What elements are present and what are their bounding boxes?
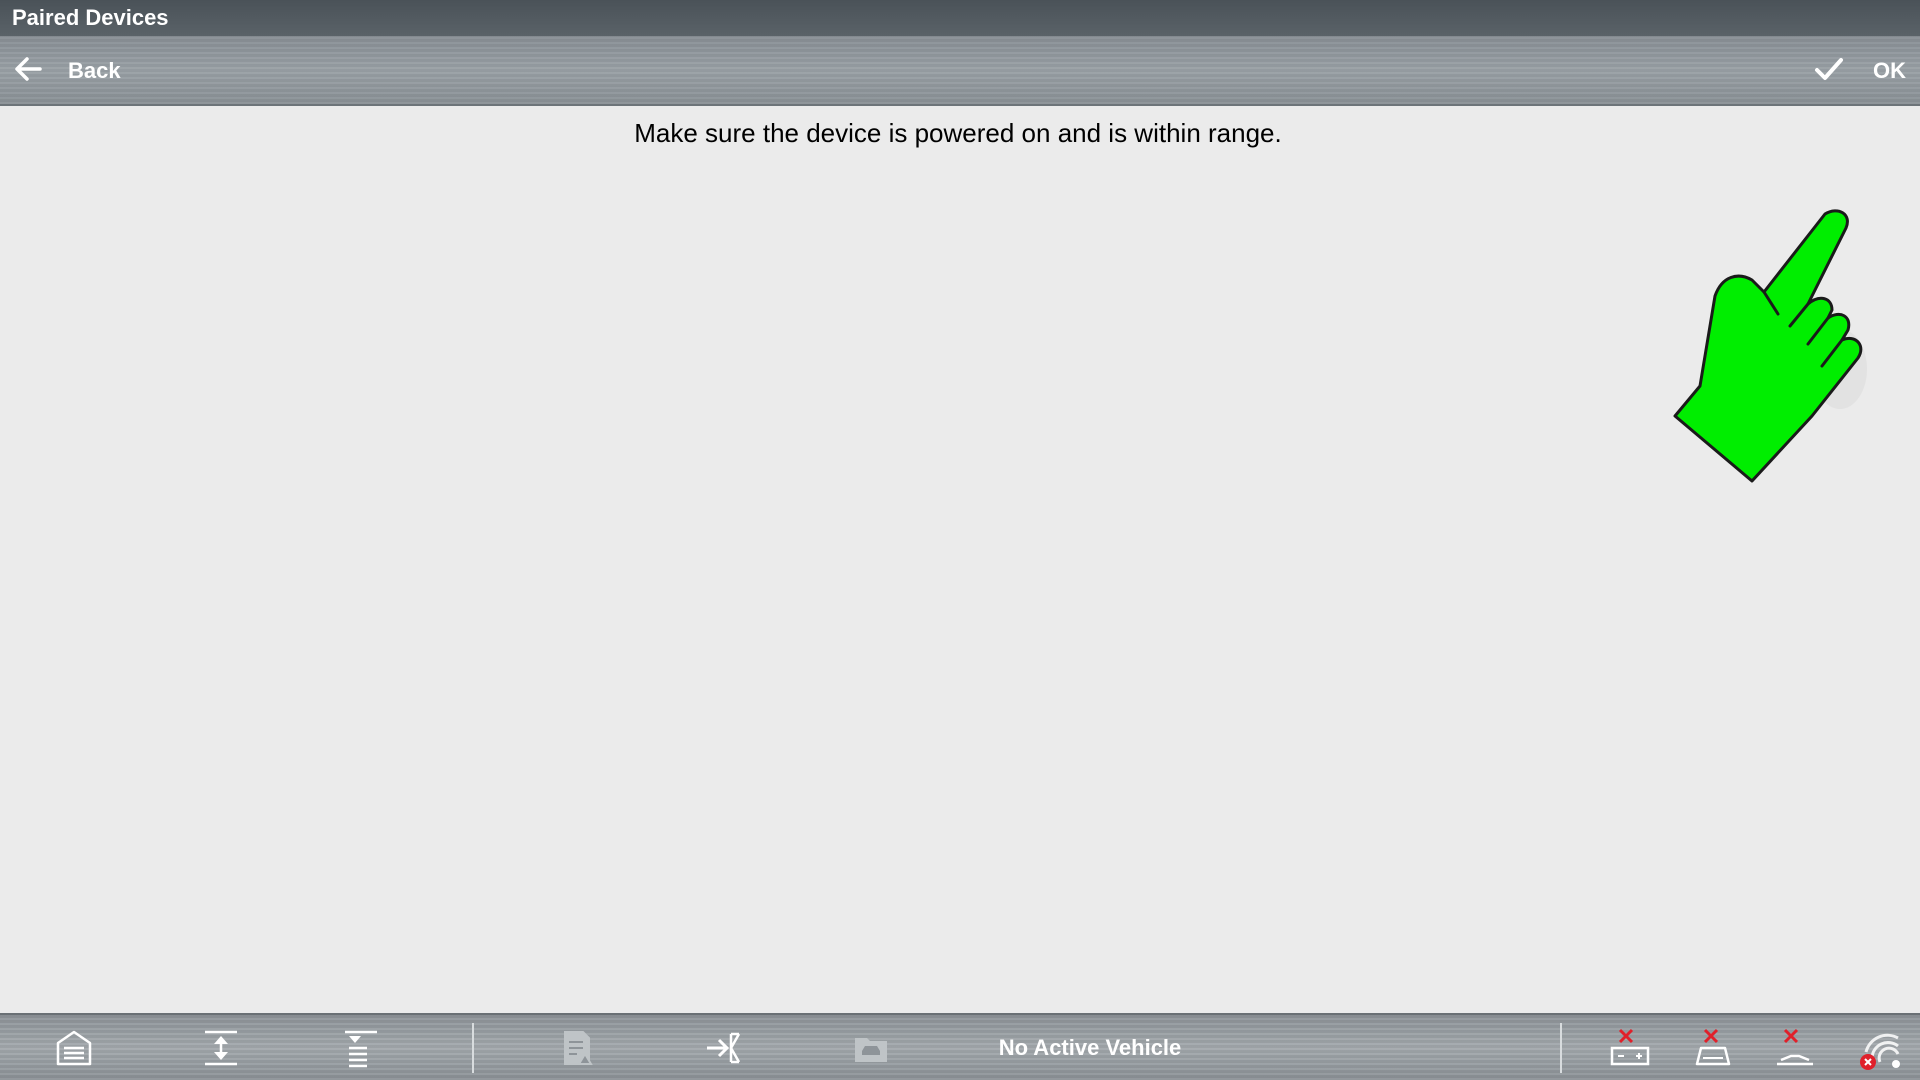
arrow-left-icon	[10, 51, 46, 92]
main-content: Make sure the device is powered on and i…	[0, 106, 1920, 1013]
home-icon[interactable]	[49, 1023, 99, 1073]
checkmark-icon	[1811, 51, 1847, 92]
window-title: Paired Devices	[0, 0, 1920, 36]
collapse-list-icon[interactable]	[336, 1023, 386, 1073]
battery-disconnected-icon[interactable]	[1605, 1023, 1655, 1073]
scope-disconnected-icon[interactable]	[1770, 1023, 1820, 1073]
ok-label: OK	[1873, 58, 1906, 83]
toolbar-divider	[472, 1023, 474, 1073]
scanner-disconnected-icon[interactable]	[1688, 1023, 1738, 1073]
back-label: Back	[68, 58, 121, 83]
instruction-message: Make sure the device is powered on and i…	[634, 118, 1282, 148]
pointing-hand-icon	[1673, 209, 1867, 483]
vehicle-folder-icon[interactable]	[846, 1023, 896, 1073]
action-bar: Back OK	[0, 36, 1920, 106]
vehicle-status: No Active Vehicle	[998, 1035, 1182, 1060]
exit-to-icon[interactable]	[698, 1023, 748, 1073]
expand-vertical-icon[interactable]	[196, 1023, 246, 1073]
wifi-error-icon[interactable]	[1855, 1023, 1905, 1073]
back-button[interactable]: Back	[10, 36, 121, 106]
bottom-toolbar: No Active Vehicle	[0, 1013, 1920, 1080]
toolbar-divider	[1560, 1023, 1562, 1073]
report-icon[interactable]	[552, 1023, 602, 1073]
ok-button[interactable]: OK	[1811, 36, 1906, 106]
